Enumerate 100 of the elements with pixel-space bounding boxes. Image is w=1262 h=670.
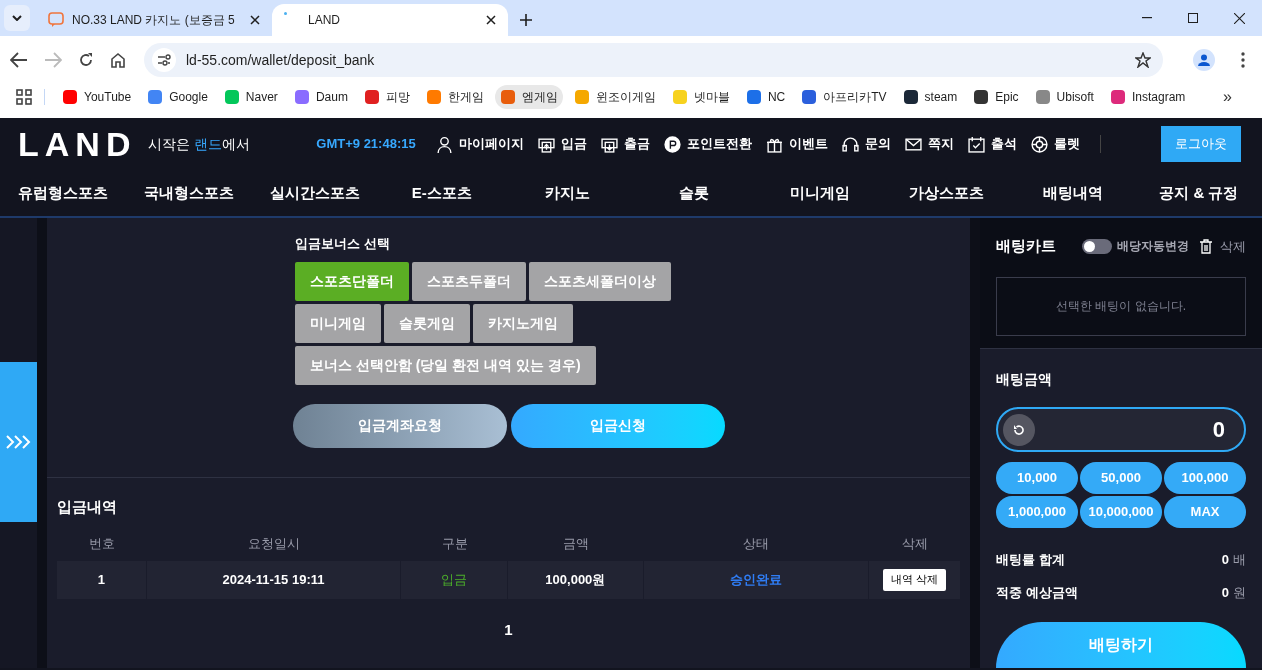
nav-link[interactable]: 슬롯 <box>631 181 758 205</box>
apps-icon[interactable] <box>16 89 32 105</box>
header-menu-link[interactable]: 포인트전환 <box>663 134 752 154</box>
bookmark[interactable]: Epic <box>968 85 1024 109</box>
header-menu-link[interactable]: 출석 <box>967 134 1017 154</box>
table-cell: 입금 <box>401 560 508 599</box>
nav-link[interactable]: 공지 & 규정 <box>1135 181 1262 205</box>
tab-title: NO.33 LAND 카지노 (보증금 5 <box>72 12 236 29</box>
favicon-icon <box>147 89 164 105</box>
close-icon[interactable] <box>1233 12 1245 24</box>
header-menu-link[interactable]: 마이페이지 <box>435 134 524 154</box>
clear-cart-link[interactable]: 삭제 <box>1220 236 1246 256</box>
bookmark[interactable]: 윈조이게임 <box>568 85 661 109</box>
column-header: 금액 <box>561 534 590 553</box>
side-panel-toggle[interactable] <box>0 362 37 522</box>
calendar-icon <box>967 135 985 153</box>
bookmark[interactable]: 엠게임 <box>494 85 563 109</box>
bookmark[interactable]: steam <box>897 85 963 109</box>
bookmark[interactable]: Google <box>142 85 213 109</box>
favicon-icon <box>671 89 688 105</box>
bookmark[interactable]: Naver <box>218 85 283 109</box>
bookmark[interactable]: Daum <box>288 85 353 109</box>
amount-title: 배팅금액 <box>996 370 1053 389</box>
back-icon[interactable] <box>10 52 28 68</box>
bookmark[interactable]: NC <box>740 85 791 109</box>
header-menu-link[interactable]: 쪽지 <box>904 134 954 154</box>
star-icon[interactable] <box>1135 52 1151 68</box>
column-header: 상태 <box>742 534 771 553</box>
tab-title: LAND <box>308 12 341 29</box>
cart-title: 배팅카트 <box>996 236 1056 256</box>
clock: GMT+9 21:48:15 <box>316 135 416 154</box>
favicon-icon <box>801 89 818 105</box>
summary-unit: 원 <box>1233 583 1246 602</box>
maximize-icon[interactable] <box>1188 13 1198 23</box>
amount-field[interactable]: 0 <box>996 407 1246 452</box>
bookmark[interactable]: 넷마블 <box>666 85 735 109</box>
new-tab-icon[interactable] <box>520 14 532 26</box>
browser-tab[interactable]: NO.33 LAND 카지노 (보증금 5 <box>36 4 272 36</box>
favicon-icon <box>363 89 380 105</box>
nav-link[interactable]: 실시간스포츠 <box>252 181 379 205</box>
favicon-icon <box>293 89 310 105</box>
roulette-icon <box>1030 135 1048 153</box>
favicon-icon <box>62 89 78 105</box>
summary-value: 0 <box>1221 583 1229 602</box>
reset-icon[interactable] <box>1003 413 1035 446</box>
table-cell: 100,000원 <box>508 560 644 599</box>
menu-icon[interactable] <box>1241 52 1245 68</box>
nav-link[interactable]: 가상스포츠 <box>883 181 1010 205</box>
header-menu-link[interactable]: 출금 <box>600 134 650 154</box>
bookmark[interactable]: Ubisoft <box>1029 85 1099 109</box>
browser-tab[interactable]: LAND <box>272 4 508 36</box>
favicon-icon <box>1034 89 1051 105</box>
profile-icon[interactable] <box>1193 49 1215 71</box>
favicon-icon <box>745 89 762 105</box>
trash-icon[interactable] <box>1200 238 1212 254</box>
bookmark[interactable]: YouTube <box>57 85 137 109</box>
headset-icon <box>841 135 859 153</box>
table-cell: 2024-11-15 19:11 <box>146 560 402 599</box>
delete-record-button[interactable]: 내역 삭제 <box>883 568 947 591</box>
toggle-switch[interactable] <box>1082 238 1112 254</box>
bookmark[interactable]: 피망 <box>358 85 415 109</box>
close-icon[interactable] <box>486 15 496 25</box>
summary-value: 0 <box>1221 551 1229 569</box>
reload-icon[interactable] <box>78 52 94 68</box>
home-icon[interactable] <box>110 52 126 68</box>
page-link[interactable]: 1 <box>504 618 513 641</box>
nav-link[interactable]: 미니게임 <box>757 181 884 205</box>
summary-label: 배팅률 합계 <box>996 551 1065 569</box>
header-menu-link[interactable]: 문의 <box>841 134 891 154</box>
tab-list-button[interactable] <box>4 5 30 31</box>
deposit-icon <box>537 135 555 153</box>
summary-unit: 배 <box>1233 551 1246 569</box>
favicon-icon <box>425 89 442 105</box>
withdraw-icon <box>600 135 618 153</box>
address-bar[interactable]: ld-55.com/wallet/deposit_bank <box>144 43 1163 77</box>
summary-label: 적중 예상금액 <box>996 583 1078 602</box>
minimize-icon[interactable] <box>1142 17 1152 19</box>
section-title: 입금보너스 선택 <box>295 235 391 253</box>
point-icon <box>663 135 681 153</box>
nav-link[interactable]: E-스포츠 <box>378 181 505 205</box>
chevron-down-icon <box>12 15 22 21</box>
nav-link[interactable]: 카지노 <box>504 181 631 205</box>
site-logo[interactable]: LAND <box>18 118 137 170</box>
more-bookmarks-button[interactable]: » <box>1223 85 1232 109</box>
nav-link[interactable]: 국내형스포츠 <box>126 181 253 205</box>
chat-icon <box>48 12 64 28</box>
header-menu-link[interactable]: 이벤트 <box>765 134 828 154</box>
bookmark[interactable]: Instagram <box>1104 85 1191 109</box>
favicon-icon <box>573 89 590 105</box>
favicon-icon <box>499 89 516 105</box>
header-menu-link[interactable]: 입금 <box>537 134 587 154</box>
site-info-icon[interactable] <box>152 48 176 72</box>
tagline: 시작은 랜드에서 <box>148 134 251 154</box>
header-menu-link[interactable]: 룰렛 <box>1030 134 1080 154</box>
nav-link[interactable]: 배팅내역 <box>1009 181 1136 205</box>
bookmark[interactable]: 한게임 <box>420 85 489 109</box>
toggle-label: 배당자동변경 <box>1117 238 1189 256</box>
bookmark[interactable]: 아프리카TV <box>796 85 892 109</box>
nav-link[interactable]: 유럽형스포츠 <box>0 181 127 205</box>
close-icon[interactable] <box>250 15 260 25</box>
